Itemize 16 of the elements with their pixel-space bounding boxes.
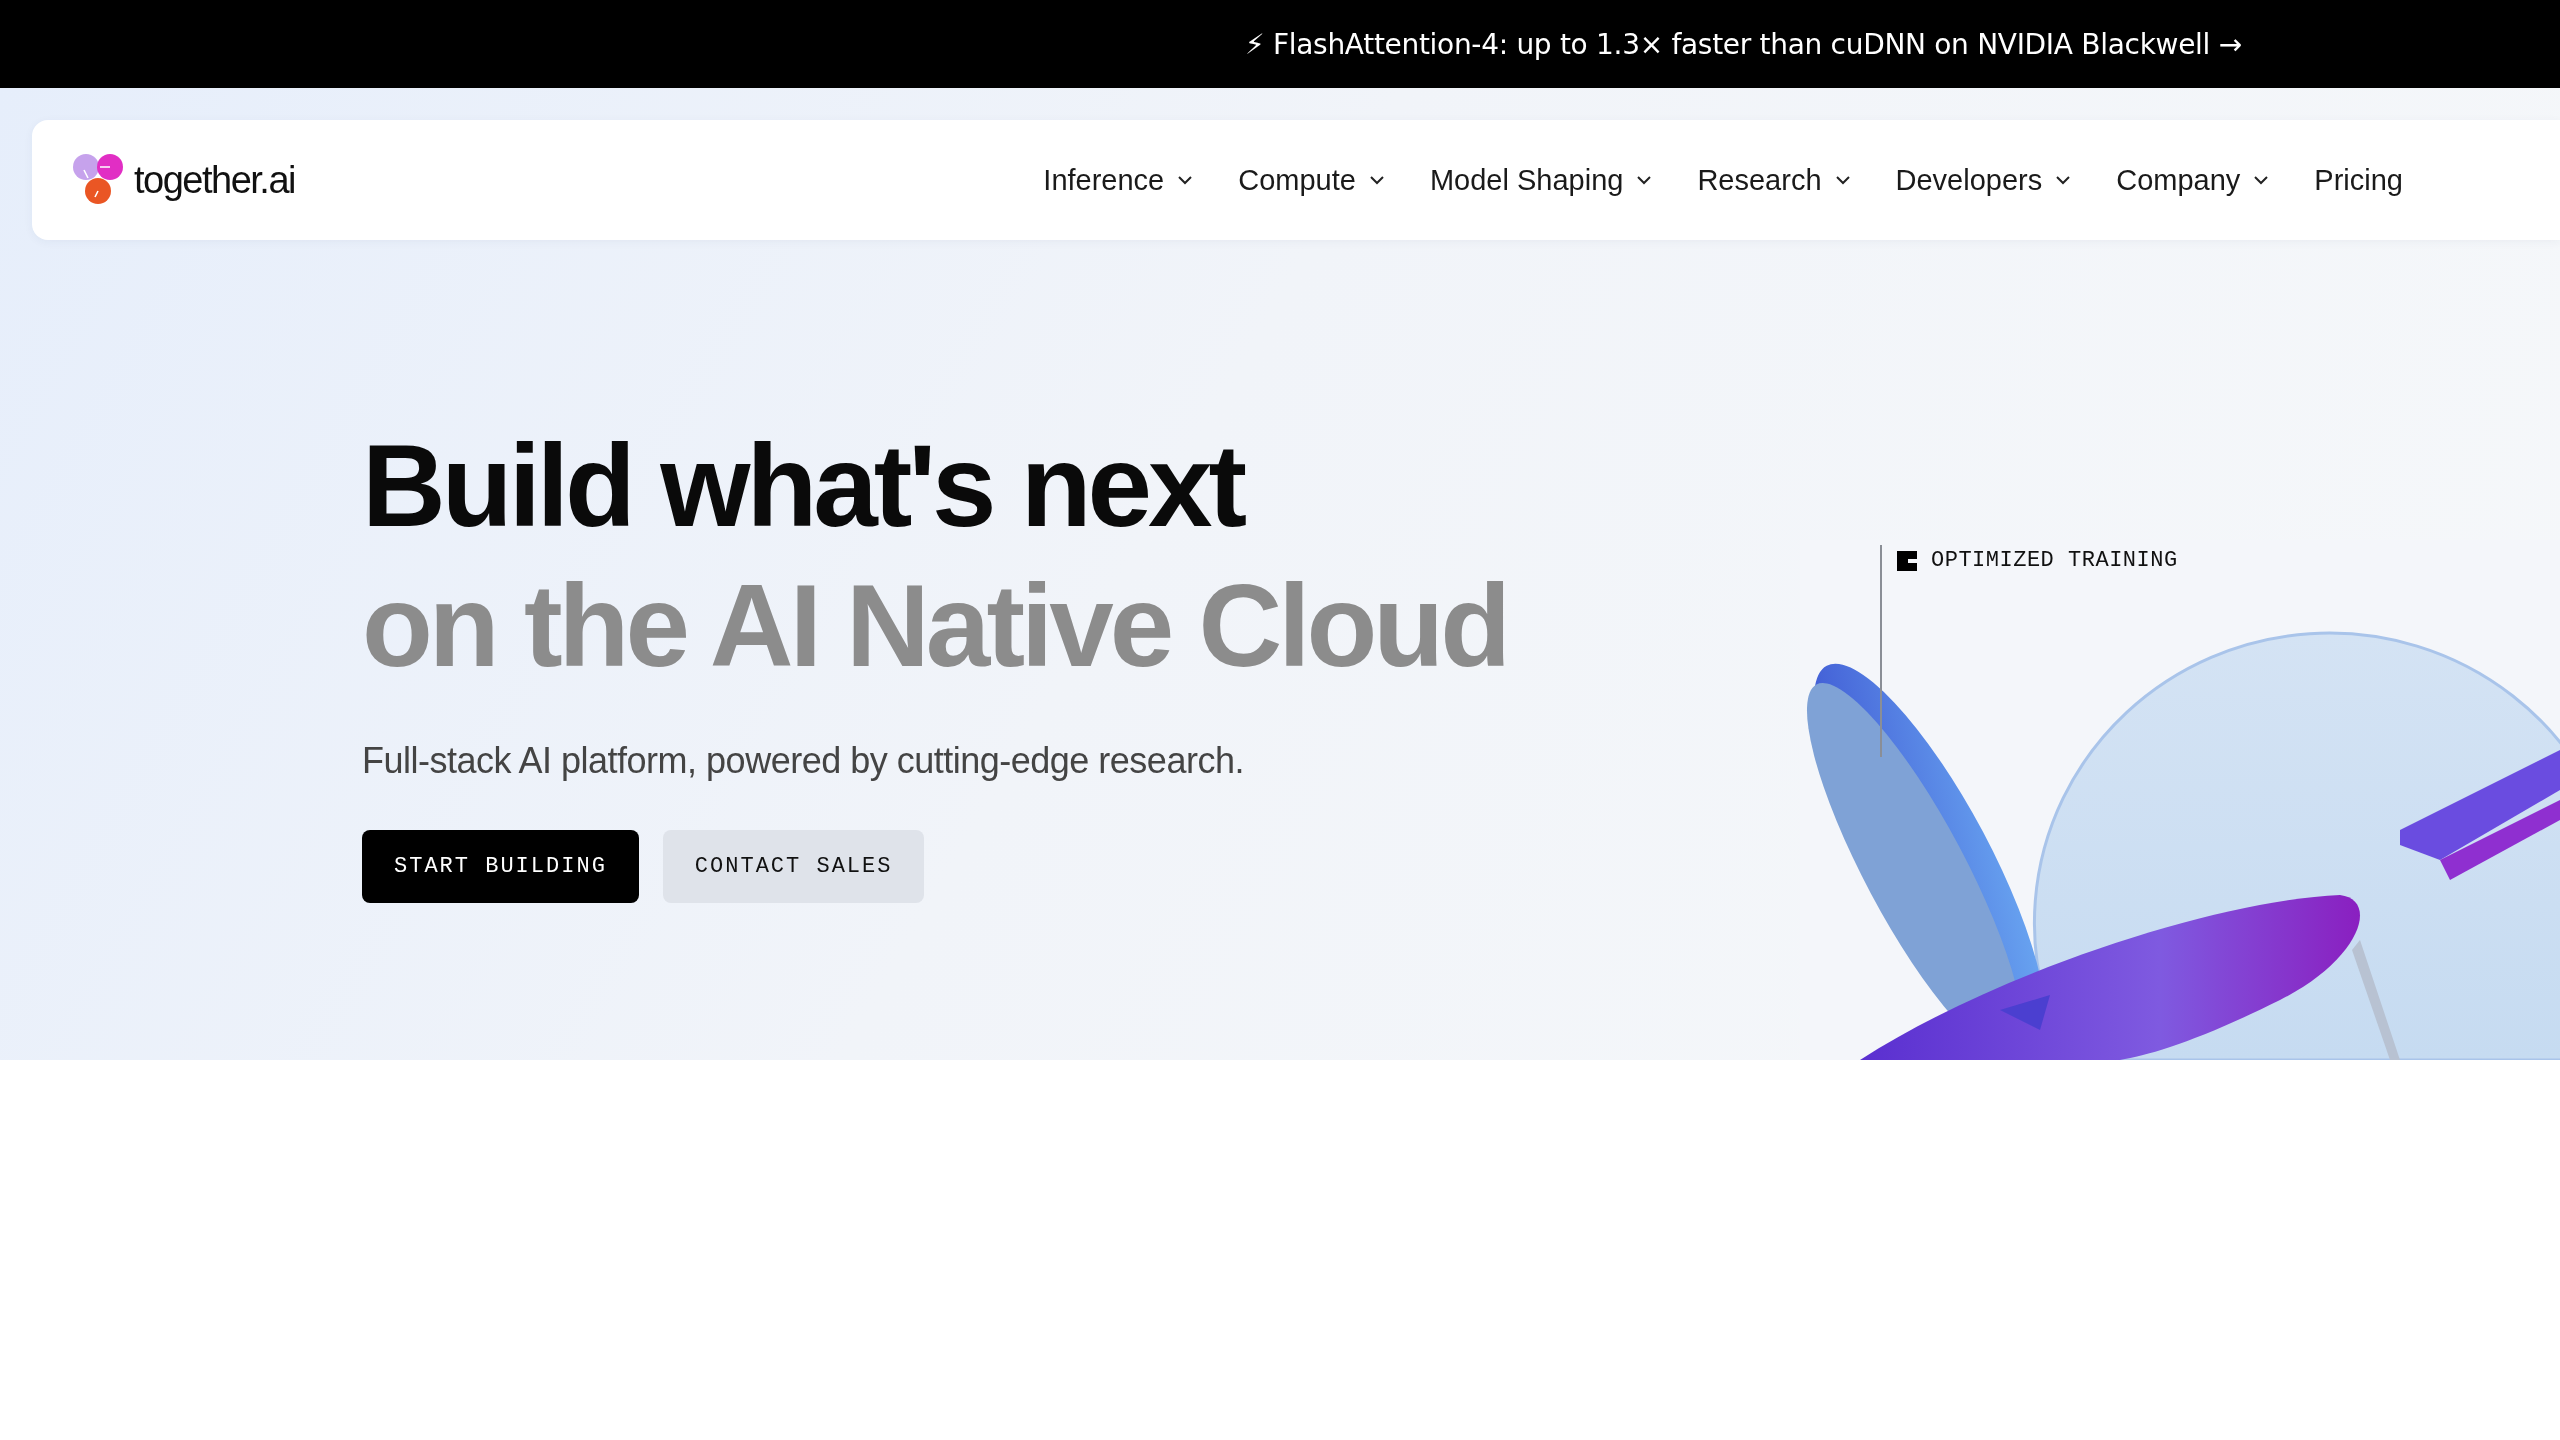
headline: on the AI Native Cloud <box>362 560 1508 693</box>
logo-icon <box>72 153 126 207</box>
nav-link[interactable]: Developers <box>1895 163 2073 197</box>
visual-label: OPTIMIZED TRAINING <box>1931 548 2178 573</box>
nav-link[interactable]: Inference <box>1043 163 1195 197</box>
logo-wordmark[interactable]: together.ai <box>134 158 295 202</box>
subtitle: Full-stack AI platform, powered by cutting-edge research. <box>362 740 1245 782</box>
nav-link[interactable]: Pricing <box>2314 163 2403 197</box>
announcement-link[interactable]: ⚡ FlashAttention-4: up to 1.3× faster than cuDNN on NVIDIA Blackwell → <box>1245 27 2242 61</box>
contact-button[interactable]: CONTACT SALES <box>662 830 925 903</box>
nav-link[interactable]: Compute <box>1238 163 1386 197</box>
nav-link[interactable]: Research <box>1697 163 1852 197</box>
nav-link[interactable]: Model Shaping <box>1429 163 1654 197</box>
start-button[interactable]: START BUILDING <box>362 830 639 903</box>
nav-link[interactable]: Company <box>2116 163 2271 197</box>
headline: Build what's next <box>362 420 1245 553</box>
